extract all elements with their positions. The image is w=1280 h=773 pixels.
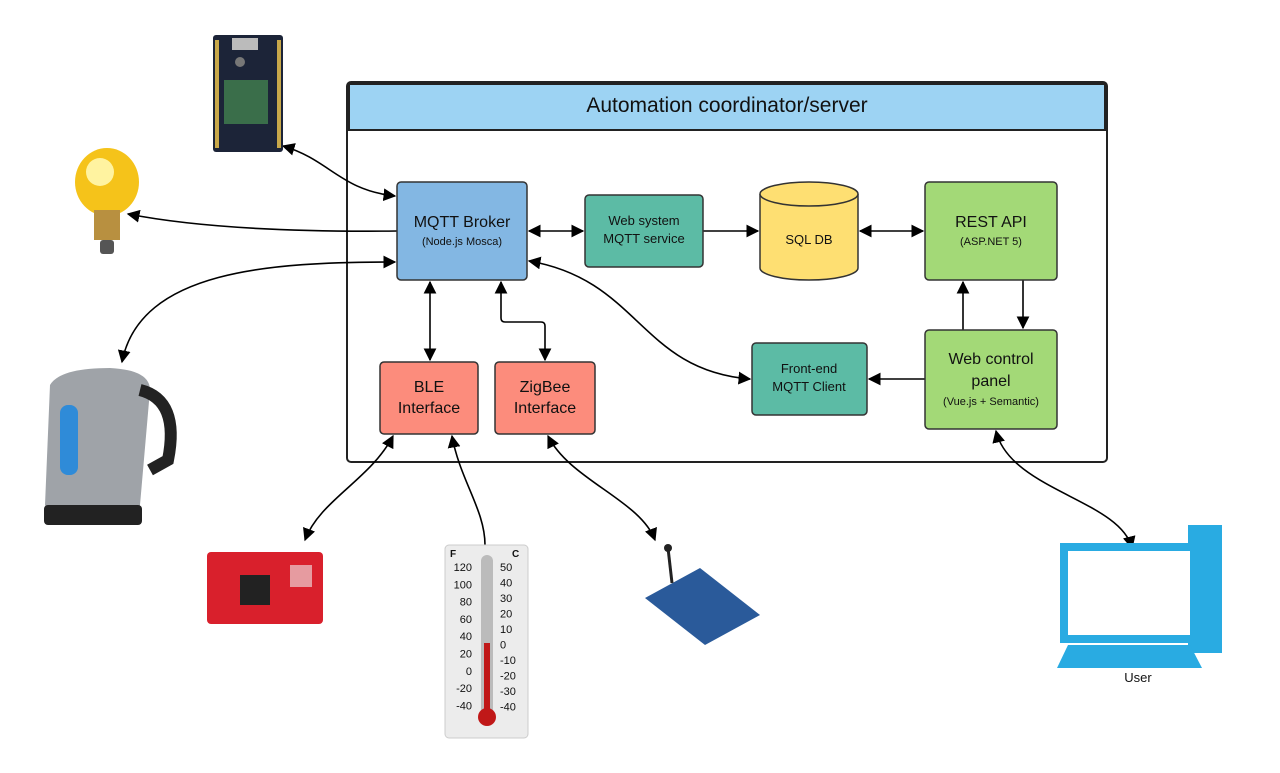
mqtt-broker-title: MQTT Broker [414,214,511,231]
zigbee-line2: Interface [514,400,576,417]
thermo-tick: 20 [500,609,512,621]
thermo-tick: 0 [466,666,472,678]
ble-line1: BLE [414,379,444,396]
web-control-subtitle: (Vue.js + Semantic) [943,396,1039,408]
node-sql-db: SQL DB [759,181,859,281]
thermo-tick: 20 [460,649,472,661]
thermo-tick: -10 [500,655,516,667]
node-web-control-panel: Web control panel (Vue.js + Semantic) [924,329,1058,430]
thermo-tick: 10 [500,624,512,636]
container-title: Automation coordinator/server [586,94,867,117]
xbee-module-icon [645,544,760,645]
kettle-icon [44,368,177,525]
node-web-system-mqtt: Web system MQTT service [584,194,704,268]
zigbee-line1: ZigBee [520,379,571,396]
frontend-line1: Front-end [781,361,837,376]
node-zigbee-interface: ZigBee Interface [494,361,596,435]
web-system-line1: Web system [608,213,679,228]
mqtt-broker-subtitle: (Node.js Mosca) [422,236,502,248]
thermo-tick: 80 [460,597,472,609]
node-ble-interface: BLE Interface [379,361,479,435]
thermo-tick: -20 [456,683,472,695]
thermo-tick: 120 [454,562,472,574]
thermo-tick: 60 [460,614,472,626]
thermo-tick: -30 [500,686,516,698]
node-mqtt-broker: MQTT Broker (Node.js Mosca) [396,181,528,281]
web-control-line2: panel [971,373,1010,390]
node-frontend-mqtt: Front-end MQTT Client [751,342,868,416]
ble-line2: Interface [398,400,460,417]
photon-board-icon [213,35,283,152]
thermo-tick: 40 [500,578,512,590]
computer-icon: User [1057,525,1222,685]
thermo-tick: 30 [500,593,512,605]
thermo-tick: 100 [454,579,472,591]
thermometer-icon: F C 120100806040200-20-40 50403020100-10… [444,544,529,739]
rest-api-subtitle: (ASP.NET 5) [960,236,1022,248]
user-label: User [1124,670,1152,685]
web-control-line1: Web control [948,351,1033,368]
light-bulb-icon [75,148,139,254]
thermo-tick: 40 [460,631,472,643]
thermo-f-label: F [450,549,456,560]
thermo-mercury [484,643,490,715]
thermo-tick: -40 [456,700,472,712]
frontend-line2: MQTT Client [772,379,846,394]
web-system-line2: MQTT service [603,231,684,246]
thermo-tick: 50 [500,562,512,574]
thermo-tick: -20 [500,671,516,683]
architecture-diagram: Automation coordinator/server MQTT Broke… [44,35,1222,739]
rest-api-title: REST API [955,214,1027,231]
node-rest-api: REST API (ASP.NET 5) [924,181,1058,281]
thermo-c-label: C [512,549,519,560]
sql-db-title: SQL DB [785,232,832,247]
ble-board-icon [207,552,323,624]
thermo-tick: -40 [500,702,516,714]
thermo-tick: 0 [500,640,506,652]
